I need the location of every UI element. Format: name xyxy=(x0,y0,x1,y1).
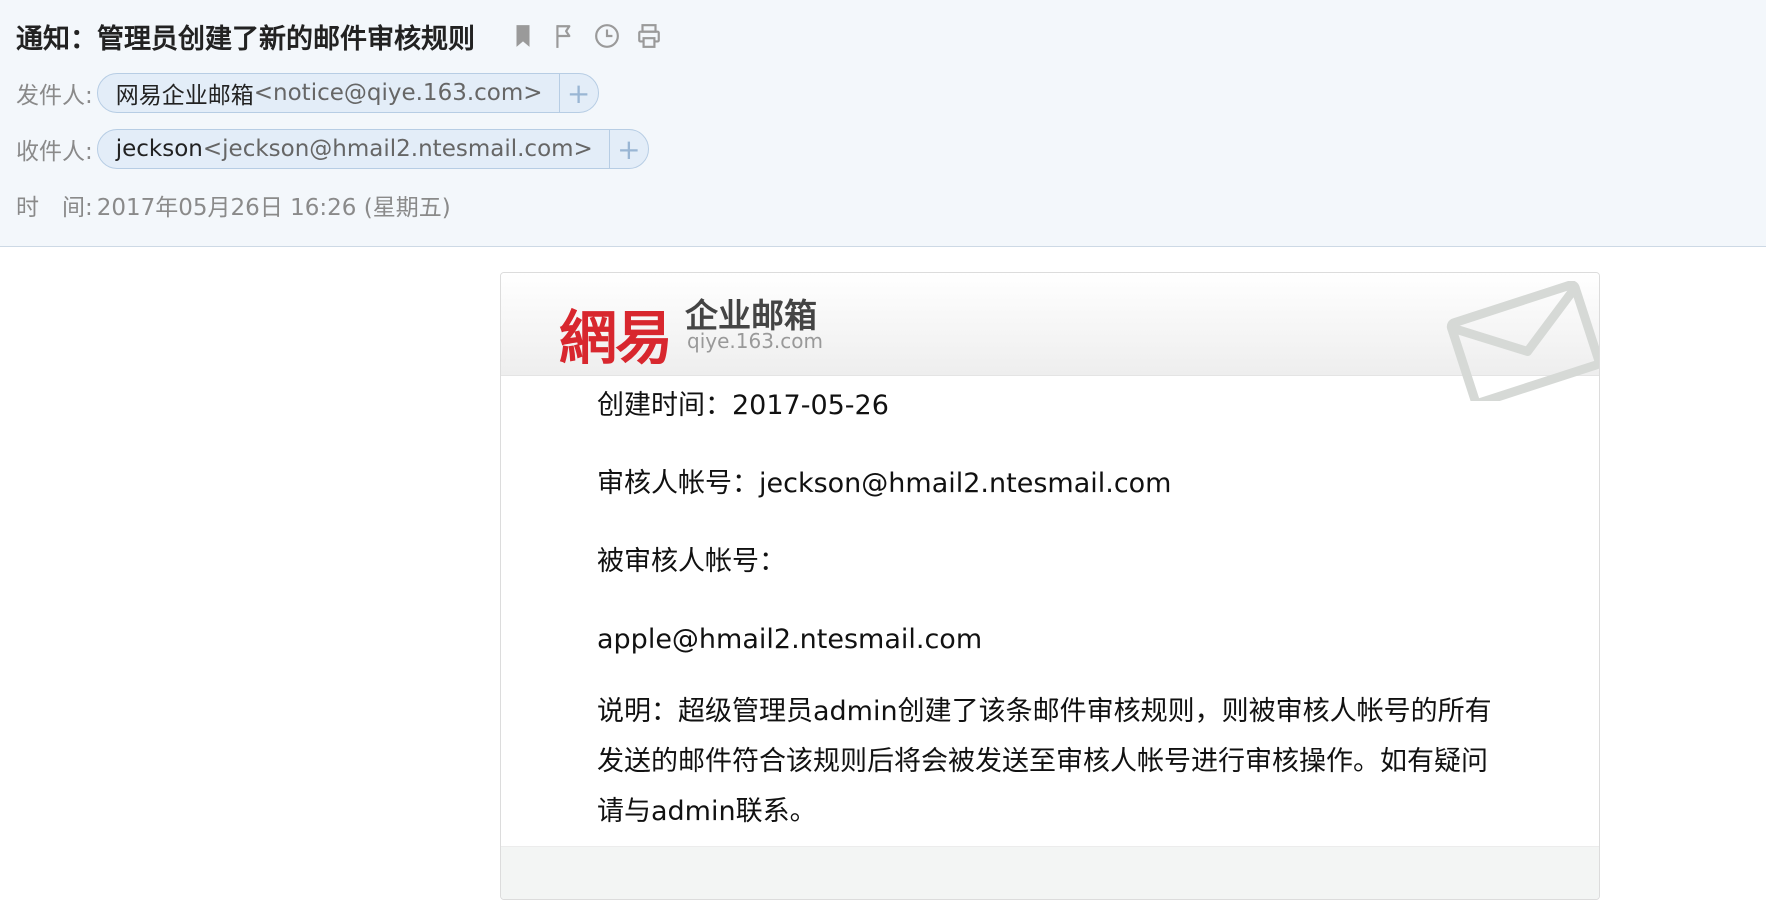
recipient-row: 收件人: jeckson <jeckson@hmail2.ntesmail.com… xyxy=(16,128,649,170)
mail-subject: 通知：管理员创建了新的邮件审核规则 xyxy=(16,23,475,55)
sender-contact[interactable]: 网易企业邮箱 <notice@qiye.163.com> xyxy=(98,74,559,112)
flag-icon[interactable] xyxy=(551,22,579,50)
reviewee-account: apple@hmail2.ntesmail.com xyxy=(597,624,983,655)
reviewee-label: 被审核人帐号： xyxy=(597,546,786,577)
bookmark-icon[interactable] xyxy=(509,22,537,50)
reviewer-account: 审核人帐号：jeckson@hmail2.ntesmail.com xyxy=(597,468,1172,499)
recipient-name: jeckson xyxy=(115,136,203,162)
mail-content-card: 網易 企业邮箱 qiye.163.com 创建时间：2017-05-26 审核人… xyxy=(500,272,1600,900)
recipient-contact[interactable]: jeckson <jeckson@hmail2.ntesmail.com> xyxy=(98,130,609,168)
recipient-chip[interactable]: jeckson <jeckson@hmail2.ntesmail.com> + xyxy=(96,129,649,169)
mail-toolbar xyxy=(509,22,663,50)
card-footer xyxy=(501,846,1599,899)
mail-body: 创建时间：2017-05-26 审核人帐号：jeckson@hmail2.nte… xyxy=(597,385,1497,837)
recipient-label: 收件人: xyxy=(16,139,93,165)
sender-row: 发件人: 网易企业邮箱 <notice@qiye.163.com> + xyxy=(16,72,599,114)
recipient-address: <jeckson@hmail2.ntesmail.com> xyxy=(202,136,593,162)
sender-address: <notice@qiye.163.com> xyxy=(253,80,543,106)
clock-icon[interactable] xyxy=(593,22,621,50)
brand-banner: 網易 企业邮箱 qiye.163.com xyxy=(501,273,1599,401)
sender-label: 发件人: xyxy=(16,83,93,109)
time-value: 2017年05月26日 16:26 (星期五) xyxy=(96,195,451,221)
sender-chip[interactable]: 网易企业邮箱 <notice@qiye.163.com> + xyxy=(96,73,599,113)
envelope-icon xyxy=(1446,281,1599,401)
add-recipient-contact-button[interactable]: + xyxy=(608,130,648,168)
time-label: 时 间: xyxy=(16,195,93,221)
netease-logo: 網易 xyxy=(559,304,673,372)
subject-row: 通知：管理员创建了新的邮件审核规则 xyxy=(16,14,663,58)
add-sender-contact-button[interactable]: + xyxy=(558,74,598,112)
time-row: 时 间: 2017年05月26日 16:26 (星期五) xyxy=(16,184,451,226)
rule-description: 说明：超级管理员admin创建了该条邮件审核规则，则被审核人帐号的所有发送的邮件… xyxy=(597,696,1492,827)
created-time: 创建时间：2017-05-26 xyxy=(597,390,889,421)
logo-domain: qiye.163.com xyxy=(687,329,823,353)
mail-header: 通知：管理员创建了新的邮件审核规则 发件人: 网易企业邮箱 <notice@qiy… xyxy=(0,0,1766,247)
sender-name: 网易企业邮箱 xyxy=(115,83,254,109)
print-icon[interactable] xyxy=(635,22,663,50)
